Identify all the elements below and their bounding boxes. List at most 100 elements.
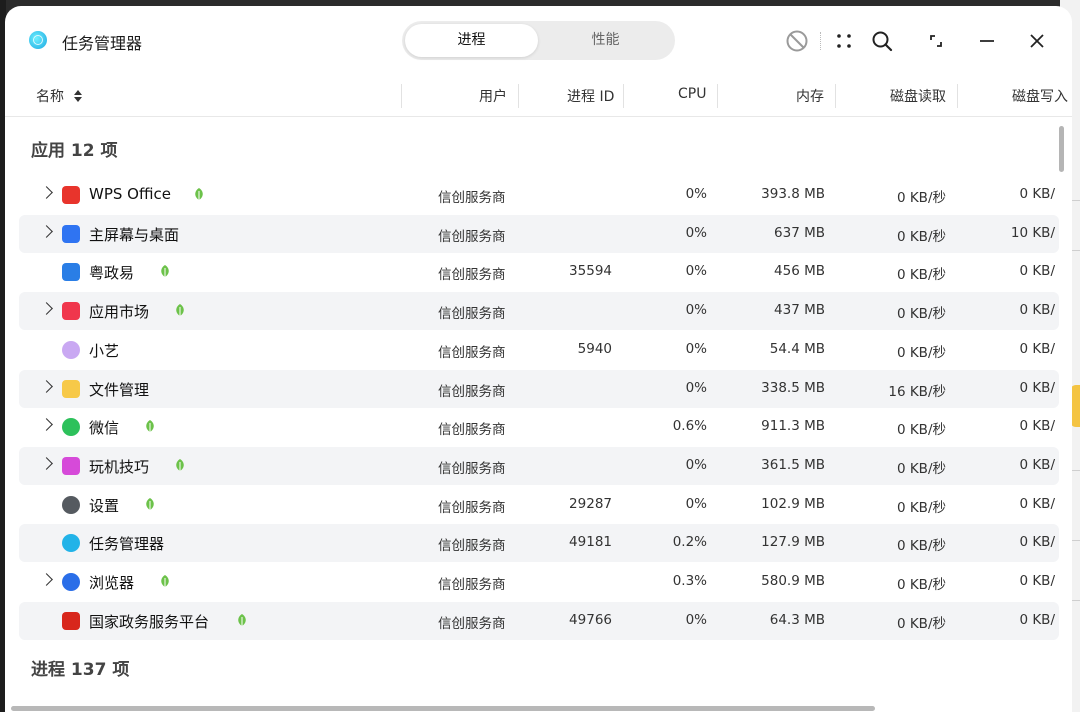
cell-cpu: 0% (685, 302, 707, 319)
search-icon (872, 31, 893, 52)
table-row[interactable]: 国家政务服务平台 信创服务商 49766 0% 64.3 MB 0 KB/秒 0 KB/ (19, 601, 1059, 640)
chevron-right-icon[interactable] (40, 418, 53, 432)
cell-cpu: 0.2% (672, 534, 707, 551)
chevron-right-icon[interactable] (40, 186, 53, 199)
cell-disk-write: 0 KB/ (1019, 302, 1055, 319)
cell-user: 信创服务商 (438, 383, 506, 400)
close-button[interactable] (1024, 28, 1050, 54)
app-name: 玩机技巧 (89, 457, 150, 476)
table-row[interactable]: 主屏幕与桌面 信创服务商 0% 637 MB 0 KB/秒 10 KB/ (19, 214, 1059, 253)
cell-memory: 361.5 MB (761, 456, 825, 473)
app-name: 浏览器 (89, 574, 135, 592)
app-name: 应用市场 (89, 303, 150, 322)
cell-user: 信创服务商 (438, 228, 506, 245)
cell-cpu: 0% (685, 340, 707, 357)
app-name: 主屏幕与桌面 (89, 225, 180, 244)
cell-disk-read: 0 KB/秒 (896, 460, 946, 477)
efficiency-leaf-icon (161, 575, 169, 587)
app-name: 设置 (89, 496, 120, 515)
chevron-right-icon[interactable] (40, 224, 53, 238)
cell-disk-read: 0 KB/秒 (896, 267, 946, 284)
table-row[interactable]: WPS Office 信创服务商 0% 393.8 MB 0 KB/秒 0 KB/ (19, 176, 1059, 214)
cell-disk-write: 0 KB/ (1019, 186, 1055, 202)
cell-disk-read: 0 KB/秒 (896, 344, 946, 361)
column-cpu[interactable]: CPU (678, 86, 706, 102)
cell-cpu: 0.6% (672, 418, 707, 435)
cell-user: 信创服务商 (438, 460, 506, 477)
horizontal-scrollbar[interactable] (11, 706, 875, 711)
process-list: 应用 12 项 WPS Office 信创服务商 0% 393.8 MB 0 KB/秒 0… (5, 117, 1072, 712)
cell-disk-read: 0 KB/秒 (896, 577, 946, 593)
efficiency-leaf-icon (146, 420, 154, 433)
cell-disk-write: 10 KB/ (1010, 224, 1055, 241)
yuezhengyi-icon (62, 263, 80, 282)
cell-user: 信创服务商 (438, 538, 506, 555)
table-row[interactable]: 应用市场 信创服务商 0% 437 MB 0 KB/秒 0 KB/ (19, 292, 1059, 331)
app-name: 国家政务服务平台 (89, 612, 210, 631)
cell-disk-write: 0 KB/ (1019, 611, 1055, 628)
cell-user: 信创服务商 (438, 267, 506, 284)
table-row[interactable]: 任务管理器 信创服务商 49181 0.2% 127.9 MB 0 KB/秒 0 KB/ (19, 524, 1059, 563)
cell-disk-read: 0 KB/秒 (896, 190, 946, 206)
cell-user: 信创服务商 (438, 190, 506, 206)
table-row[interactable]: 小艺 信创服务商 5940 0% 54.4 MB 0 KB/秒 0 KB/ (19, 331, 1059, 369)
cell-disk-read: 16 KB/秒 (888, 383, 946, 400)
tab-processes[interactable]: 进程 (405, 24, 538, 57)
section-processes-title: 进程 137 项 (31, 660, 130, 680)
cell-memory: 456 MB (774, 263, 825, 280)
column-memory[interactable]: 内存 (796, 86, 824, 106)
tab-performance[interactable]: 性能 (539, 24, 672, 57)
sort-icon[interactable] (73, 89, 83, 103)
cell-disk-read: 0 KB/秒 (896, 422, 946, 439)
more-options-button[interactable] (831, 28, 857, 54)
app-name: 小艺 (89, 341, 120, 360)
cell-disk-write: 0 KB/ (1019, 263, 1055, 280)
app-market-icon (62, 302, 80, 321)
chevron-right-icon[interactable] (40, 302, 53, 315)
cell-cpu: 0% (685, 224, 707, 241)
search-button[interactable] (869, 28, 895, 54)
end-task-button[interactable] (784, 28, 810, 54)
chevron-right-icon[interactable] (40, 379, 53, 393)
grid-dots-icon (837, 34, 851, 48)
cell-disk-write: 0 KB/ (1019, 418, 1055, 435)
minimize-icon (980, 40, 994, 42)
cell-memory: 580.9 MB (761, 573, 825, 589)
app-name: 文件管理 (89, 380, 150, 399)
table-row[interactable]: 文件管理 信创服务商 0% 338.5 MB 16 KB/秒 0 KB/ (19, 369, 1059, 408)
table-row[interactable]: 设置 信创服务商 29287 0% 102.9 MB 0 KB/秒 0 KB/ (19, 486, 1059, 524)
column-disk-write[interactable]: 磁盘写入 (1012, 86, 1068, 106)
cell-disk-read: 0 KB/秒 (896, 228, 946, 245)
cell-user: 信创服务商 (438, 422, 506, 439)
vertical-scrollbar[interactable] (1059, 126, 1064, 172)
app-name: 任务管理器 (89, 535, 165, 554)
column-pid[interactable]: 进程 ID (567, 86, 614, 106)
cell-cpu: 0% (685, 379, 707, 396)
column-name[interactable]: 名称 (36, 86, 64, 106)
cell-cpu: 0.3% (672, 573, 707, 589)
table-row[interactable]: 粤政易 信创服务商 35594 0% 456 MB 0 KB/秒 0 KB/ (19, 253, 1059, 291)
chevron-right-icon[interactable] (40, 573, 53, 586)
cell-memory: 102.9 MB (761, 495, 825, 512)
efficiency-leaf-icon (176, 304, 184, 317)
cell-user: 信创服务商 (438, 577, 506, 593)
column-disk-read[interactable]: 磁盘读取 (890, 86, 946, 106)
xiaoyi-icon (62, 340, 80, 359)
window-title: 任务管理器 (62, 34, 143, 53)
cell-disk-write: 0 KB/ (1019, 573, 1055, 589)
table-row[interactable]: 浏览器 信创服务商 0.3% 580.9 MB 0 KB/秒 0 KB/ (19, 563, 1059, 601)
column-user[interactable]: 用户 (479, 86, 507, 106)
folder-icon (62, 379, 80, 398)
minimize-button[interactable] (974, 28, 1000, 54)
cell-disk-write: 0 KB/ (1019, 340, 1055, 357)
home-icon (62, 224, 80, 243)
table-row[interactable]: 微信 信创服务商 0.6% 911.3 MB 0 KB/秒 0 KB/ (19, 408, 1059, 446)
section-apps-title: 应用 12 项 (31, 141, 118, 161)
efficiency-leaf-icon (195, 188, 203, 200)
efficiency-leaf-icon (176, 458, 184, 471)
table-row[interactable]: 玩机技巧 信创服务商 0% 361.5 MB 0 KB/秒 0 KB/ (19, 446, 1059, 485)
cell-cpu: 0% (685, 495, 707, 512)
maximize-button[interactable] (923, 28, 949, 54)
prohibit-icon (786, 30, 808, 52)
chevron-right-icon[interactable] (40, 457, 53, 470)
